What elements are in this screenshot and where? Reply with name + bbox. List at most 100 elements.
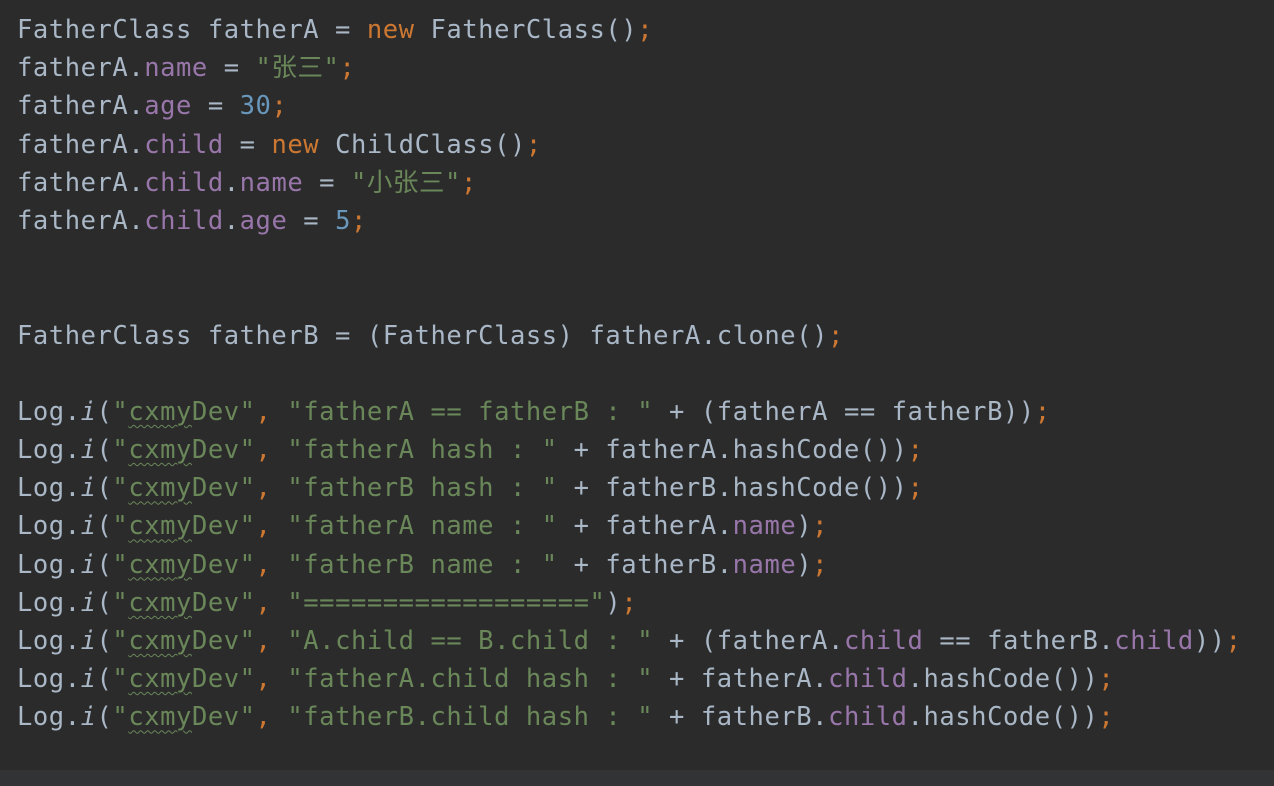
spellcheck-flagged-string-token: cxmy [128,664,192,695]
code-area[interactable]: FatherClass fatherA = new FatherClass();… [17,11,1242,737]
spellcheck-flagged-string-token: cxmy [128,396,192,427]
code-token: + fatherA. [653,664,829,695]
code-token: Log. [17,511,81,542]
code-line[interactable]: fatherA.child.age = 5; [17,202,1242,240]
field-reference-token: name [732,511,797,542]
code-token: ( [96,549,113,580]
code-line[interactable]: fatherA.child.name = "小张三"; [17,164,1242,202]
punctuation-token: , [255,473,288,504]
code-token: + fatherB.hashCode()) [557,473,908,504]
string-literal-token: "小张三" [350,167,461,198]
punctuation-token: ; [339,53,356,84]
string-literal-token: Dev" [191,549,256,580]
code-line[interactable]: Log.i("cxmyDev", "=================="); [17,584,1242,622]
string-literal-token: " [112,549,129,580]
code-token: ( [96,511,113,542]
number-literal-token: 30 [239,91,272,122]
punctuation-token: ; [525,129,542,160]
string-literal-token: " [112,626,129,656]
field-reference-token: child [144,129,224,160]
code-token: Log. [17,396,81,427]
code-line[interactable]: Log.i("cxmyDev", "fatherB name : " + fat… [17,546,1242,584]
string-literal-token: "A.child == B.child : " [287,626,654,656]
code-token: Log. [17,435,81,466]
keyword-token: new [271,129,320,160]
code-line[interactable]: FatherClass fatherA = new FatherClass(); [17,11,1242,49]
punctuation-token: ; [907,435,924,466]
static-method-token: i [80,702,97,733]
code-token: + fatherB. [653,702,829,733]
string-literal-token: "fatherB.child hash : " [287,702,654,733]
string-literal-token: "fatherA name : " [287,511,558,542]
code-token: ) [796,549,813,580]
string-literal-token: "fatherA.child hash : " [287,664,654,695]
punctuation-token: ; [1098,702,1115,733]
punctuation-token: ; [621,587,638,618]
field-reference-token: child [828,664,908,695]
code-token: = [287,205,336,236]
string-literal-token: Dev" [191,435,256,466]
field-reference-token: age [144,91,192,122]
code-token: Log. [17,664,81,695]
editor-bottom-strip [0,770,1274,786]
punctuation-token: ; [812,511,829,542]
code-token: . [223,205,240,236]
code-token: == fatherB. [923,626,1115,656]
string-literal-token: "fatherA hash : " [287,435,558,466]
punctuation-token: ; [271,91,288,122]
code-line[interactable]: Log.i("cxmyDev", "fatherB hash : " + fat… [17,469,1242,507]
code-token: )) [1193,626,1226,656]
blank-code-line[interactable] [17,355,1242,393]
punctuation-token: , [255,664,288,695]
code-editor[interactable]: FatherClass fatherA = new FatherClass();… [0,0,1274,770]
code-line[interactable]: Log.i("cxmyDev", "fatherA hash : " + fat… [17,431,1242,469]
code-token: ( [96,626,113,656]
field-reference-token: name [239,167,304,198]
spellcheck-flagged-string-token: cxmy [128,435,192,466]
code-line[interactable]: Log.i("cxmyDev", "fatherA == fatherB : "… [17,393,1242,431]
code-line[interactable]: Log.i("cxmyDev", "A.child == B.child : "… [17,622,1242,660]
blank-code-line[interactable] [17,278,1242,316]
code-token: + fatherA. [557,511,733,542]
code-token: ( [96,664,113,695]
code-token: = [223,129,272,160]
static-method-token: i [80,435,97,466]
keyword-token: new [366,15,415,45]
code-line[interactable]: fatherA.child = new ChildClass(); [17,126,1242,164]
code-token: ( [96,435,113,466]
code-token: fatherA. [17,53,145,84]
code-line[interactable]: fatherA.name = "张三"; [17,49,1242,87]
code-line[interactable]: Log.i("cxmyDev", "fatherB.child hash : "… [17,698,1242,736]
code-line[interactable]: FatherClass fatherB = (FatherClass) fath… [17,317,1242,355]
code-token: ( [96,702,113,733]
spellcheck-flagged-string-token: cxmy [128,587,192,618]
punctuation-token: , [255,549,288,580]
code-token: Log. [17,587,81,618]
string-literal-token: "fatherA == fatherB : " [287,396,654,427]
string-literal-token: " [112,473,129,504]
code-line[interactable]: Log.i("cxmyDev", "fatherA.child hash : "… [17,660,1242,698]
punctuation-token: , [255,702,288,733]
code-token: ) [605,587,622,618]
field-reference-token: name [732,549,797,580]
field-reference-token: child [1114,626,1194,656]
code-token: Log. [17,626,81,656]
code-token: Log. [17,549,81,580]
code-line[interactable]: fatherA.age = 30; [17,87,1242,125]
code-line[interactable]: Log.i("cxmyDev", "fatherA name : " + fat… [17,507,1242,545]
punctuation-token: , [255,587,288,618]
string-literal-token: Dev" [191,511,256,542]
field-reference-token: name [144,53,208,84]
code-token: = [303,167,351,198]
punctuation-token: ; [1034,396,1051,427]
static-method-token: i [80,549,97,580]
punctuation-token: , [255,511,288,542]
code-token: fatherA. [17,205,145,236]
code-token: + (fatherA == fatherB)) [653,396,1035,427]
spellcheck-flagged-string-token: cxmy [128,626,192,656]
static-method-token: i [80,626,97,656]
code-token: ( [96,587,113,618]
string-literal-token: Dev" [191,702,256,733]
code-token: ( [96,473,113,504]
blank-code-line[interactable] [17,240,1242,278]
